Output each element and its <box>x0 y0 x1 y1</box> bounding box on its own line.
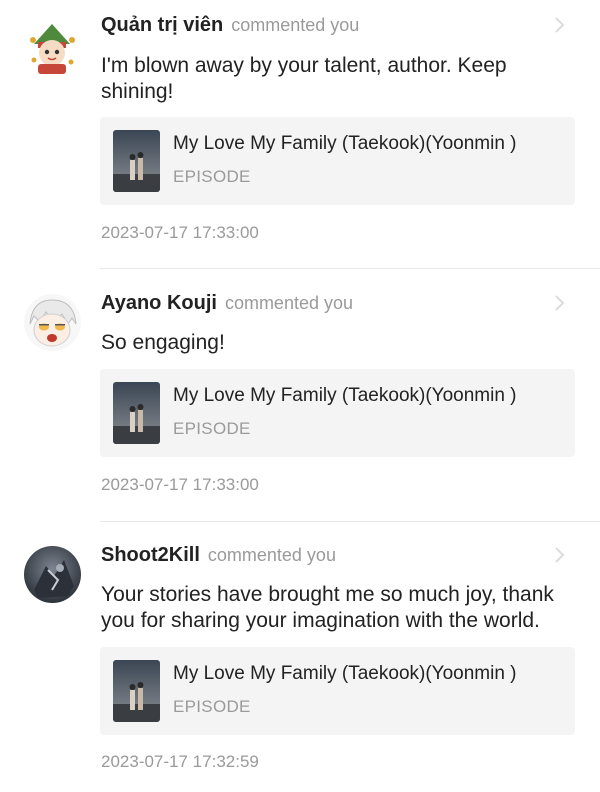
action-text: commented you <box>231 15 360 35</box>
comment-text: I'm blown away by your talent, author. K… <box>101 54 507 103</box>
action-text: commented you <box>224 293 354 313</box>
chevron-right-icon[interactable] <box>550 544 570 566</box>
timestamp: 2023-07-17 17:33:00 <box>101 475 259 494</box>
chevron-right-icon[interactable] <box>550 292 570 314</box>
timestamp: 2023-07-17 17:32:59 <box>101 752 259 771</box>
work-type: EPISODE <box>173 167 251 186</box>
work-title: My Love My Family (Taekook)(Yoonmin ) <box>173 663 517 684</box>
username[interactable]: Shoot2Kill <box>101 544 200 566</box>
work-cover-thumbnail <box>113 382 160 444</box>
work-cover-thumbnail <box>113 660 160 722</box>
work-title: My Love My Family (Taekook)(Yoonmin ) <box>173 385 517 406</box>
timestamp: 2023-07-17 17:33:00 <box>101 223 259 242</box>
divider <box>100 521 600 522</box>
chevron-right-icon[interactable] <box>550 14 570 36</box>
notification-header: Shoot2Kill commented you <box>101 538 336 572</box>
work-card[interactable]: My Love My Family (Taekook)(Yoonmin ) EP… <box>100 647 575 735</box>
work-type: EPISODE <box>173 697 251 716</box>
action-text: commented you <box>207 545 336 565</box>
notification-header: Ayano Kouji commented you <box>101 286 353 320</box>
work-title: My Love My Family (Taekook)(Yoonmin ) <box>173 133 517 154</box>
comment-text: Your stories have brought me so much joy… <box>101 583 554 632</box>
work-card[interactable]: My Love My Family (Taekook)(Yoonmin ) EP… <box>100 117 575 205</box>
dark-photo-avatar[interactable] <box>24 546 81 603</box>
work-cover-thumbnail <box>113 130 160 192</box>
divider <box>100 268 600 269</box>
admin-mascot-avatar[interactable] <box>24 20 81 77</box>
notification-header: Quản trị viên commented you <box>101 8 359 42</box>
username[interactable]: Ayano Kouji <box>101 292 217 314</box>
anime-character-avatar[interactable] <box>24 294 81 351</box>
username[interactable]: Quản trị viên <box>101 14 223 36</box>
work-type: EPISODE <box>173 419 251 438</box>
work-card[interactable]: My Love My Family (Taekook)(Yoonmin ) EP… <box>100 369 575 457</box>
comment-text: So engaging! <box>101 331 225 354</box>
